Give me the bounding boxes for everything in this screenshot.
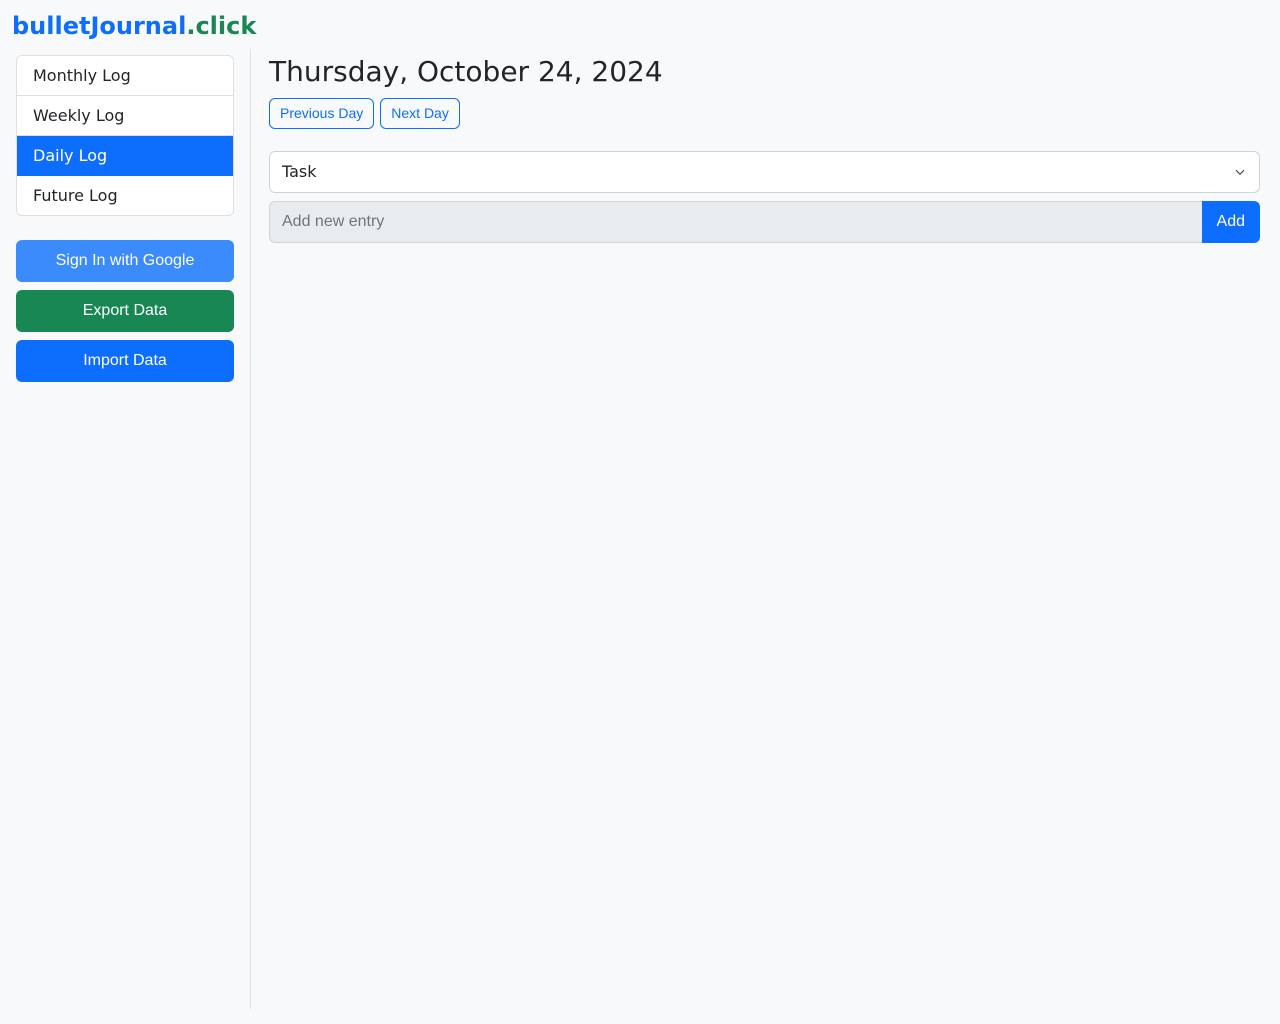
new-entry-input[interactable] xyxy=(269,201,1202,243)
nav-item-label: Daily Log xyxy=(33,146,107,165)
logo-part2: .click xyxy=(186,12,256,40)
entry-form: Task Add xyxy=(269,151,1260,243)
entry-type-select-wrap: Task xyxy=(269,151,1260,193)
next-day-button[interactable]: Next Day xyxy=(380,98,460,129)
page-title: Thursday, October 24, 2024 xyxy=(269,55,1260,89)
import-data-button[interactable]: Import Data xyxy=(16,340,234,382)
sidebar: Monthly Log Weekly Log Daily Log Future … xyxy=(12,49,238,1009)
entry-type-select[interactable]: Task xyxy=(269,151,1260,193)
nav-item-future-log[interactable]: Future Log xyxy=(17,176,233,215)
nav-item-label: Monthly Log xyxy=(33,66,131,85)
previous-day-button[interactable]: Previous Day xyxy=(269,98,374,129)
signin-google-button[interactable]: Sign In with Google xyxy=(16,240,234,282)
nav-item-monthly-log[interactable]: Monthly Log xyxy=(17,56,233,96)
nav-item-label: Future Log xyxy=(33,186,118,205)
export-data-button[interactable]: Export Data xyxy=(16,290,234,332)
nav-item-daily-log[interactable]: Daily Log xyxy=(17,136,233,176)
day-navigation: Previous Day Next Day xyxy=(269,98,1260,129)
nav-item-label: Weekly Log xyxy=(33,106,124,125)
nav-item-weekly-log[interactable]: Weekly Log xyxy=(17,96,233,136)
entry-input-group: Add xyxy=(269,201,1260,243)
add-entry-button[interactable]: Add xyxy=(1202,201,1260,243)
app-logo[interactable]: bulletJournal.click xyxy=(12,12,1268,41)
nav-list: Monthly Log Weekly Log Daily Log Future … xyxy=(16,55,234,216)
sidebar-actions: Sign In with Google Export Data Import D… xyxy=(16,240,234,382)
main-content: Thursday, October 24, 2024 Previous Day … xyxy=(250,49,1268,1009)
logo-part1: bulletJournal xyxy=(12,12,186,40)
